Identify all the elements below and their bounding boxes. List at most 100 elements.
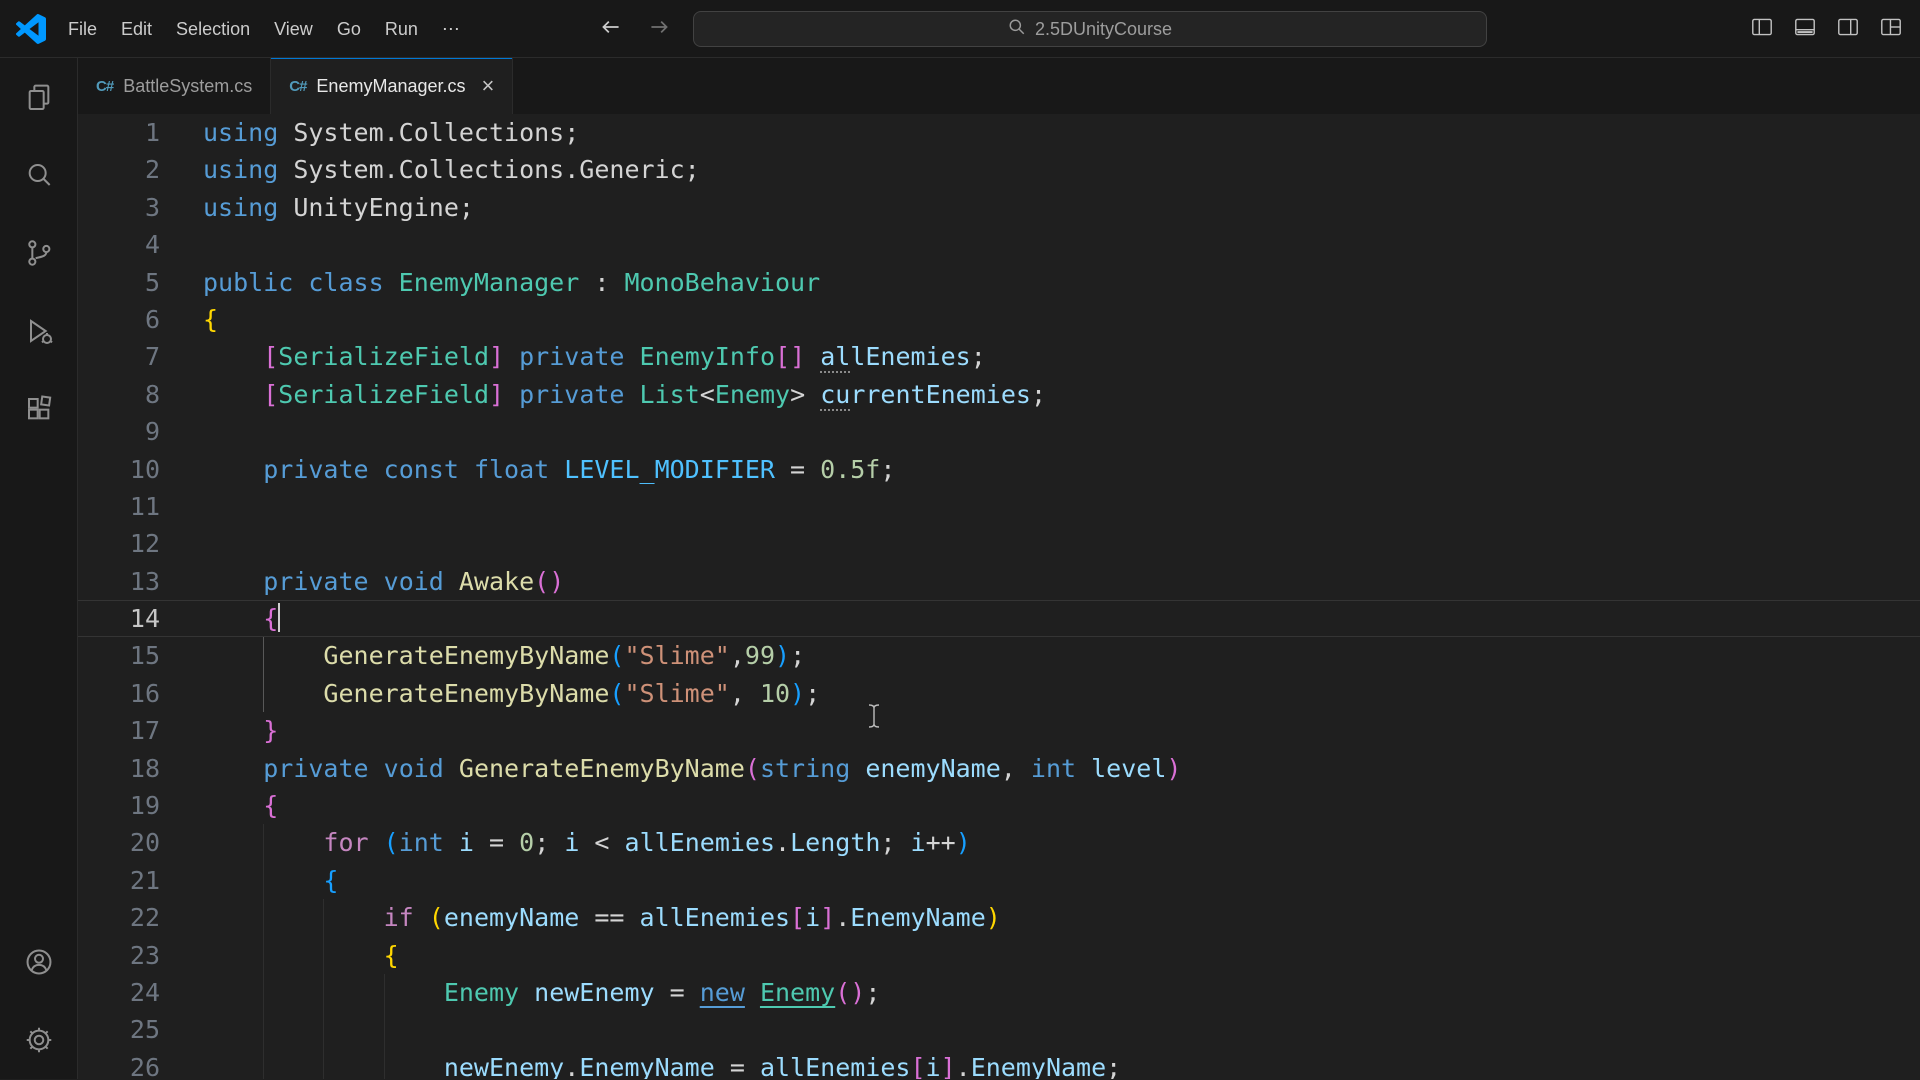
code-line-7[interactable]: 7 [SerializeField] private EnemyInfo[] a… — [78, 338, 1920, 375]
source-control-icon[interactable] — [0, 214, 77, 292]
code-line-5[interactable]: 5public class EnemyManager : MonoBehavio… — [78, 264, 1920, 301]
code-line-1[interactable]: 1using System.Collections; — [78, 114, 1920, 151]
code-text[interactable]: Enemy newEnemy = new Enemy(); — [203, 974, 880, 1011]
line-number[interactable]: 15 — [78, 637, 203, 674]
toggle-panel-icon[interactable] — [1792, 14, 1818, 45]
code-line-12[interactable]: 12 — [78, 525, 1920, 562]
code-text[interactable]: { — [203, 787, 278, 824]
line-number[interactable]: 16 — [78, 675, 203, 712]
accounts-icon[interactable] — [0, 923, 77, 1001]
toggle-secondary-sidebar-icon[interactable] — [1835, 14, 1861, 45]
line-number[interactable]: 2 — [78, 151, 203, 188]
line-number[interactable]: 25 — [78, 1011, 203, 1048]
code-text[interactable]: private void GenerateEnemyByName(string … — [203, 750, 1181, 787]
code-text[interactable]: private void Awake() — [203, 563, 564, 600]
menu-item-run[interactable]: Run — [373, 12, 430, 47]
line-number[interactable]: 22 — [78, 899, 203, 936]
line-number[interactable]: 10 — [78, 451, 203, 488]
code-line-3[interactable]: 3using UnityEngine; — [78, 189, 1920, 226]
toggle-primary-sidebar-icon[interactable] — [1749, 14, 1775, 45]
code-line-19[interactable]: 19 { — [78, 787, 1920, 824]
line-number[interactable]: 11 — [78, 488, 203, 525]
command-center-search[interactable]: 2.5DUnityCourse — [693, 11, 1487, 47]
code-line-21[interactable]: 21 { — [78, 862, 1920, 899]
line-number[interactable]: 8 — [78, 376, 203, 413]
code-line-2[interactable]: 2using System.Collections.Generic; — [78, 151, 1920, 188]
code-line-20[interactable]: 20 for (int i = 0; i < allEnemies.Length… — [78, 824, 1920, 861]
line-number[interactable]: 21 — [78, 862, 203, 899]
code-line-24[interactable]: 24 Enemy newEnemy = new Enemy(); — [78, 974, 1920, 1011]
code-line-4[interactable]: 4 — [78, 226, 1920, 263]
line-number[interactable]: 4 — [78, 226, 203, 263]
code-line-17[interactable]: 17 } — [78, 712, 1920, 749]
code-text[interactable]: for (int i = 0; i < allEnemies.Length; i… — [203, 824, 971, 861]
line-number[interactable]: 5 — [78, 264, 203, 301]
code-line-26[interactable]: 26 newEnemy.EnemyName = allEnemies[i].En… — [78, 1049, 1920, 1079]
customize-layout-icon[interactable] — [1878, 14, 1904, 45]
code-text[interactable]: newEnemy.EnemyName = allEnemies[i].Enemy… — [203, 1049, 1121, 1079]
line-number[interactable]: 18 — [78, 750, 203, 787]
code-text[interactable]: using System.Collections.Generic; — [203, 151, 700, 188]
code-text[interactable]: { — [203, 862, 338, 899]
code-text[interactable]: public class EnemyManager : MonoBehaviou… — [203, 264, 820, 301]
indent-guide — [323, 1011, 324, 1048]
code-text[interactable]: [SerializeField] private List<Enemy> cur… — [203, 376, 1046, 413]
code-line-16[interactable]: 16 GenerateEnemyByName("Slime", 10); — [78, 675, 1920, 712]
line-number[interactable]: 14 — [78, 600, 203, 637]
line-number[interactable]: 20 — [78, 824, 203, 861]
run-and-debug-icon[interactable] — [0, 292, 77, 370]
code-text[interactable]: { — [203, 600, 280, 637]
line-number[interactable]: 7 — [78, 338, 203, 375]
line-number[interactable]: 13 — [78, 563, 203, 600]
line-number[interactable]: 1 — [78, 114, 203, 151]
menu-item-view[interactable]: View — [262, 12, 325, 47]
code-line-14[interactable]: 14 { — [78, 600, 1920, 637]
explorer-icon[interactable] — [0, 58, 77, 136]
code-line-18[interactable]: 18 private void GenerateEnemyByName(stri… — [78, 750, 1920, 787]
menu-item-more[interactable]: ⋯ — [430, 12, 472, 47]
back-button[interactable] — [598, 14, 624, 45]
code-line-23[interactable]: 23 { — [78, 937, 1920, 974]
code-line-22[interactable]: 22 if (enemyName == allEnemies[i].EnemyN… — [78, 899, 1920, 936]
line-number[interactable]: 23 — [78, 937, 203, 974]
line-number[interactable]: 12 — [78, 525, 203, 562]
code-line-6[interactable]: 6{ — [78, 301, 1920, 338]
title-bar: FileEditSelectionViewGoRun⋯ 2.5DUnityCou… — [0, 0, 1920, 58]
menu-item-go[interactable]: Go — [325, 12, 373, 47]
code-text[interactable]: private const float LEVEL_MODIFIER = 0.5… — [203, 451, 895, 488]
forward-button[interactable] — [646, 14, 672, 45]
tab-enemymanager-cs[interactable]: C#EnemyManager.cs× — [271, 58, 513, 114]
code-text[interactable]: using UnityEngine; — [203, 189, 474, 226]
line-number[interactable]: 9 — [78, 413, 203, 450]
settings-gear-icon[interactable] — [0, 1001, 77, 1079]
search-icon[interactable] — [0, 136, 77, 214]
code-line-8[interactable]: 8 [SerializeField] private List<Enemy> c… — [78, 376, 1920, 413]
code-text[interactable]: { — [203, 937, 399, 974]
search-text: 2.5DUnityCourse — [1035, 19, 1172, 40]
code-text[interactable]: GenerateEnemyByName("Slime", 10); — [203, 675, 820, 712]
menu-item-file[interactable]: File — [56, 12, 109, 47]
extensions-icon[interactable] — [0, 370, 77, 448]
code-line-15[interactable]: 15 GenerateEnemyByName("Slime",99); — [78, 637, 1920, 674]
line-number[interactable]: 19 — [78, 787, 203, 824]
code-line-25[interactable]: 25 — [78, 1011, 1920, 1048]
code-text[interactable]: } — [203, 712, 278, 749]
line-number[interactable]: 26 — [78, 1049, 203, 1079]
line-number[interactable]: 17 — [78, 712, 203, 749]
menu-item-selection[interactable]: Selection — [164, 12, 262, 47]
code-text[interactable]: [SerializeField] private EnemyInfo[] all… — [203, 338, 986, 375]
code-text[interactable]: GenerateEnemyByName("Slime",99); — [203, 637, 805, 674]
code-line-11[interactable]: 11 — [78, 488, 1920, 525]
line-number[interactable]: 24 — [78, 974, 203, 1011]
line-number[interactable]: 3 — [78, 189, 203, 226]
tab-battlesystem-cs[interactable]: C#BattleSystem.cs — [78, 58, 271, 114]
code-line-10[interactable]: 10 private const float LEVEL_MODIFIER = … — [78, 451, 1920, 488]
code-editor[interactable]: 1using System.Collections;2using System.… — [78, 114, 1920, 1079]
line-number[interactable]: 6 — [78, 301, 203, 338]
code-line-13[interactable]: 13 private void Awake() — [78, 563, 1920, 600]
tab-close-icon[interactable]: × — [482, 75, 495, 97]
code-text[interactable]: { — [203, 301, 218, 338]
code-text[interactable]: using System.Collections; — [203, 114, 579, 151]
menu-item-edit[interactable]: Edit — [109, 12, 164, 47]
code-line-9[interactable]: 9 — [78, 413, 1920, 450]
